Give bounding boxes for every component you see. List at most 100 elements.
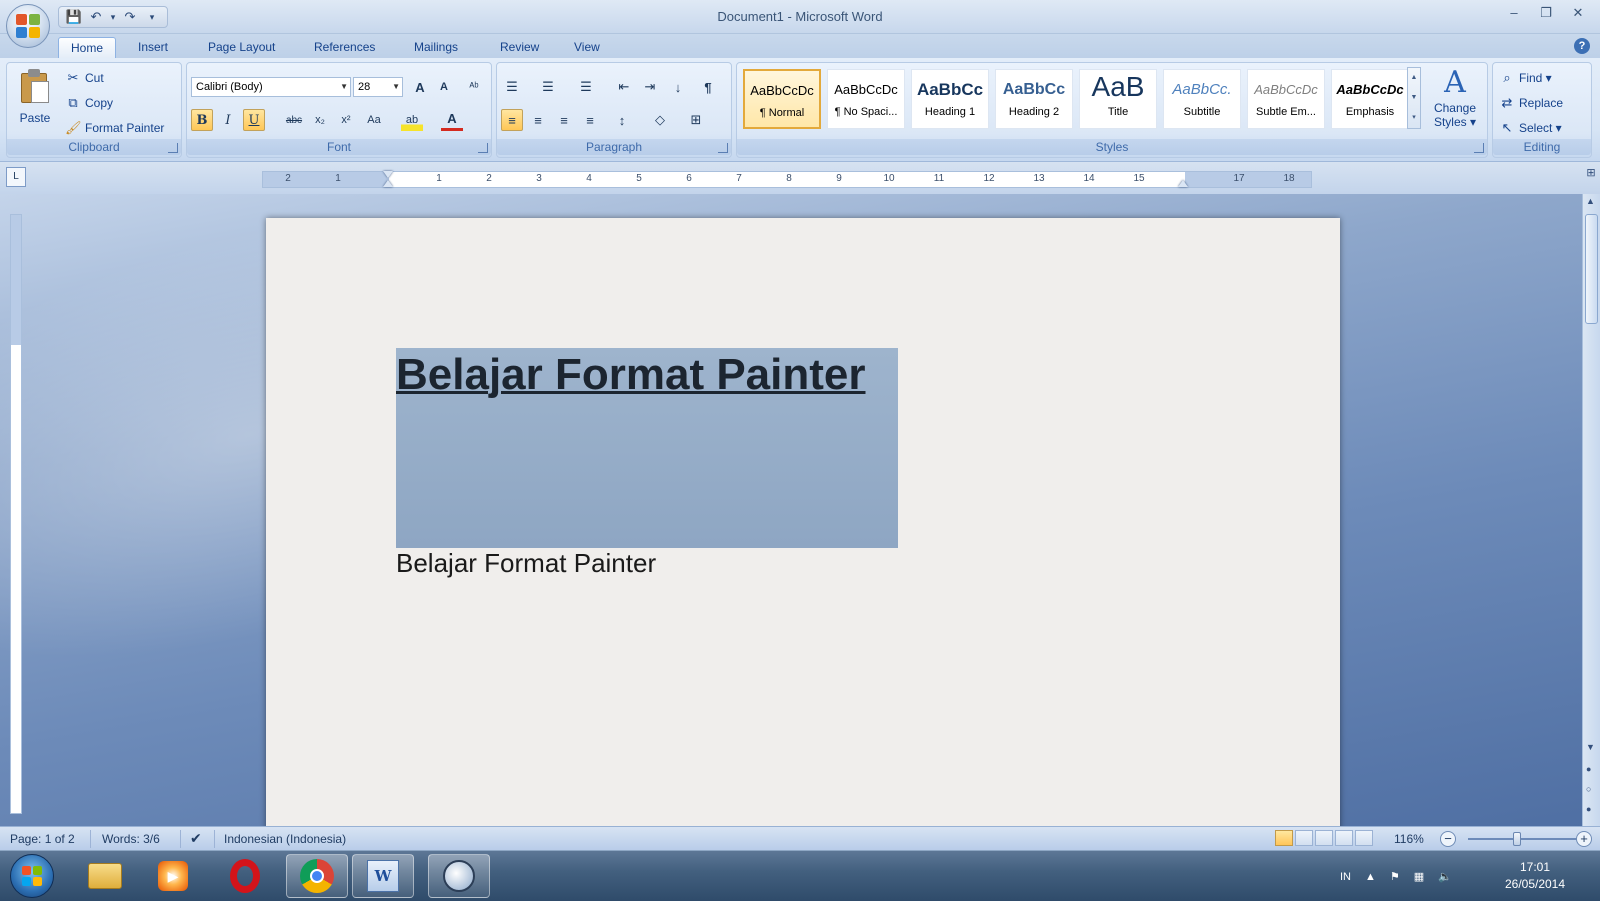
print-layout-view-button[interactable] — [1275, 830, 1293, 846]
tab-mailings[interactable]: Mailings — [402, 37, 470, 58]
replace-button[interactable]: ⇄ Replace — [1499, 92, 1563, 114]
change-styles-button[interactable]: A Change Styles ▾ — [1427, 65, 1483, 135]
borders-button[interactable]: ⊞ — [685, 109, 707, 131]
tab-references[interactable]: References — [302, 37, 387, 58]
zoom-slider-track[interactable] — [1468, 838, 1578, 840]
highlight-button[interactable]: ab — [401, 109, 423, 131]
align-center-button[interactable]: ≡ — [527, 109, 549, 131]
style-emphasis[interactable]: AaBbCcDc Emphasis — [1331, 69, 1409, 129]
subscript-button[interactable]: x₂ — [309, 109, 331, 131]
show-hidden-icons[interactable]: ▲ — [1365, 871, 1376, 883]
multilevel-list-button[interactable]: ☰ — [575, 76, 597, 98]
horizontal-ruler[interactable]: 2 1 1 2 3 4 5 6 7 8 9 10 11 12 13 14 15 17 18 — [262, 171, 1312, 188]
input-language[interactable]: IN — [1340, 871, 1351, 883]
chrome-taskbar-button[interactable] — [286, 854, 348, 898]
align-left-button[interactable]: ≡ — [501, 109, 523, 131]
style-no-spacing[interactable]: AaBbCcDc ¶ No Spaci... — [827, 69, 905, 129]
help-icon[interactable]: ? — [1574, 38, 1590, 54]
vertical-ruler[interactable] — [10, 214, 22, 814]
document-body-text[interactable]: Belajar Format Painter — [396, 548, 656, 579]
italic-button[interactable]: I — [217, 109, 239, 131]
web-layout-view-button[interactable] — [1315, 830, 1333, 846]
scrollbar-thumb[interactable] — [1585, 214, 1598, 324]
more-styles-icon[interactable]: ▾ — [1408, 108, 1420, 128]
first-line-indent-handle[interactable] — [383, 171, 393, 178]
line-spacing-button[interactable]: ↕ — [611, 109, 633, 131]
outline-view-button[interactable] — [1335, 830, 1353, 846]
office-button[interactable] — [6, 4, 50, 48]
scroll-up-icon[interactable]: ▲ — [1408, 68, 1420, 88]
style-heading-2[interactable]: AaBbCc Heading 2 — [995, 69, 1073, 129]
file-explorer-taskbar-button[interactable] — [74, 854, 136, 898]
style-heading-1[interactable]: AaBbCc Heading 1 — [911, 69, 989, 129]
hanging-indent-handle[interactable] — [383, 180, 393, 187]
change-case-button[interactable]: Aa — [363, 109, 385, 131]
font-launcher-icon[interactable] — [478, 143, 488, 153]
justify-button[interactable]: ≡ — [579, 109, 601, 131]
document-heading[interactable]: Belajar Format Painter — [396, 350, 866, 400]
tab-home[interactable]: Home — [58, 37, 117, 58]
select-browse-object-icon[interactable]: ○ — [1586, 784, 1591, 794]
media-player-taskbar-button[interactable]: ▶ — [142, 854, 204, 898]
underline-button[interactable]: U — [243, 109, 265, 131]
cut-button[interactable]: ✂ Cut — [65, 67, 104, 89]
increase-indent-button[interactable]: ⇥ — [639, 76, 661, 98]
zoom-level[interactable]: 116% — [1394, 832, 1424, 846]
clipboard-launcher-icon[interactable] — [168, 143, 178, 153]
style-subtle-emphasis[interactable]: AaBbCcDc Subtle Em... — [1247, 69, 1325, 129]
select-button[interactable]: ↖ Select ▾ — [1499, 117, 1562, 139]
font-name-combo[interactable]: Calibri (Body) ▼ — [191, 77, 351, 97]
shading-button[interactable]: ◇ — [649, 109, 671, 131]
language-indicator[interactable]: Indonesian (Indonesia) — [224, 832, 346, 846]
previous-page-icon[interactable]: ● — [1586, 764, 1591, 774]
style-subtitle[interactable]: AaBbCc. Subtitle — [1163, 69, 1241, 129]
tab-selector[interactable]: L — [6, 167, 26, 187]
page-count[interactable]: Page: 1 of 2 — [10, 832, 75, 846]
zoom-in-button[interactable]: + — [1576, 831, 1592, 847]
vertical-scrollbar[interactable]: ▲ ▼ ● ○ ● — [1582, 194, 1600, 826]
tab-insert[interactable]: Insert — [126, 37, 180, 58]
start-button[interactable] — [10, 854, 54, 898]
full-screen-reading-view-button[interactable] — [1295, 830, 1313, 846]
tab-page-layout[interactable]: Page Layout — [196, 37, 287, 58]
minimize-button[interactable]: – — [1500, 4, 1528, 22]
style-normal[interactable]: AaBbCcDc ¶ Normal — [743, 69, 821, 129]
action-center-flag-icon[interactable]: ⚑ — [1390, 870, 1400, 883]
align-right-button[interactable]: ≡ — [553, 109, 575, 131]
sort-button[interactable]: ↓ — [667, 76, 689, 98]
format-painter-button[interactable]: 🖌 Format Painter — [65, 117, 164, 139]
scroll-up-arrow-icon[interactable]: ▲ — [1586, 196, 1595, 206]
bold-button[interactable]: B — [191, 109, 213, 131]
next-page-icon[interactable]: ● — [1586, 804, 1591, 814]
style-title[interactable]: AaB Title — [1079, 69, 1157, 129]
bullets-button[interactable]: ☰ — [501, 76, 523, 98]
snipping-tool-taskbar-button[interactable] — [428, 854, 490, 898]
clear-formatting-button[interactable]: ᴬᵇ — [463, 76, 485, 98]
numbering-button[interactable]: ☰ — [537, 76, 559, 98]
copy-button[interactable]: ⧉ Copy — [65, 92, 113, 114]
document-page[interactable]: Belajar Format Painter Belajar Format Pa… — [266, 218, 1340, 826]
zoom-slider-thumb[interactable] — [1513, 832, 1521, 846]
close-button[interactable]: ✕ — [1564, 4, 1592, 22]
paragraph-launcher-icon[interactable] — [718, 143, 728, 153]
font-color-button[interactable]: A — [441, 109, 463, 131]
tab-review[interactable]: Review — [488, 37, 551, 58]
scroll-down-arrow-icon[interactable]: ▼ — [1586, 742, 1595, 752]
zoom-out-button[interactable]: − — [1440, 831, 1456, 847]
volume-icon[interactable]: 🔈 — [1438, 870, 1452, 883]
find-button[interactable]: ⌕ Find ▾ — [1499, 67, 1551, 89]
decrease-indent-button[interactable]: ⇤ — [613, 76, 635, 98]
word-taskbar-button[interactable]: W — [352, 854, 414, 898]
system-clock[interactable]: 17:01 26/05/2014 — [1490, 859, 1580, 893]
ruler-toggle-icon[interactable]: ⊞ — [1582, 166, 1600, 192]
tab-view[interactable]: View — [562, 37, 612, 58]
grow-font-button[interactable]: A — [409, 76, 431, 98]
draft-view-button[interactable] — [1355, 830, 1373, 846]
styles-gallery-scroll[interactable]: ▲ ▼ ▾ — [1407, 67, 1421, 129]
superscript-button[interactable]: x² — [335, 109, 357, 131]
network-icon[interactable]: ▦ — [1414, 870, 1424, 883]
opera-taskbar-button[interactable] — [214, 854, 276, 898]
proofing-icon[interactable]: ✔ — [190, 830, 202, 847]
styles-launcher-icon[interactable] — [1474, 143, 1484, 153]
font-size-combo[interactable]: 28 ▼ — [353, 77, 403, 97]
